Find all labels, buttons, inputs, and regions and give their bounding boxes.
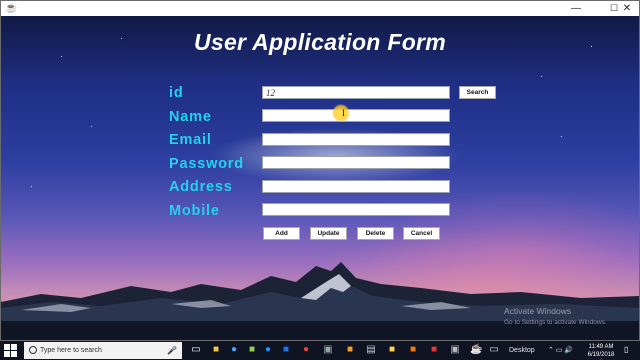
email-label: Email: [169, 132, 212, 148]
notification-icon[interactable]: ▯: [624, 345, 628, 354]
delete-button[interactable]: Delete: [357, 227, 394, 240]
title-bar[interactable]: ☕ — ☐ ✕: [1, 1, 639, 16]
taskbar: Type here to search 🎤 ▭ ■ ● ■ ● ■ ● ▣ ■ …: [0, 341, 640, 360]
system-tray-icons[interactable]: ⌃ ▭ 🔊: [548, 341, 573, 360]
edge-icon[interactable]: ●: [228, 344, 240, 356]
cmd-icon[interactable]: ▤: [365, 344, 377, 356]
chrome-icon[interactable]: ●: [300, 344, 312, 356]
id-input[interactable]: [262, 86, 450, 99]
app-red-icon[interactable]: ■: [428, 344, 440, 356]
cancel-button[interactable]: Cancel: [403, 227, 440, 240]
terminal-icon[interactable]: ▭: [488, 344, 500, 356]
app-icon[interactable]: ■: [280, 344, 292, 356]
close-icon[interactable]: ✕: [615, 1, 639, 16]
taskbar-search-box[interactable]: Type here to search 🎤: [24, 342, 182, 359]
form-panel: User Application Form id Search Name Ema…: [1, 16, 639, 340]
search-button[interactable]: Search: [459, 86, 496, 99]
mobile-label: Mobile: [169, 203, 220, 219]
folder-icon[interactable]: ■: [386, 344, 398, 356]
desktop-toolbar[interactable]: Desktop: [509, 341, 535, 360]
email-input[interactable]: [262, 133, 450, 146]
app-gray-icon[interactable]: ▣: [449, 344, 461, 356]
notes-icon[interactable]: ▣: [322, 344, 334, 356]
clock-time: 11:49 AM: [588, 344, 614, 350]
taskbar-search-placeholder: Type here to search: [40, 347, 102, 354]
mobile-input[interactable]: [262, 203, 450, 216]
media-icon[interactable]: ■: [246, 344, 258, 356]
java-app-icon[interactable]: ☕: [470, 344, 482, 356]
task-view-icon[interactable]: ▭: [190, 344, 202, 356]
minimize-icon[interactable]: —: [564, 1, 588, 16]
windows-start-icon[interactable]: [4, 344, 17, 357]
app-window: ☕ — ☐ ✕ User Application Form id Search …: [0, 0, 640, 341]
id-label: id: [169, 85, 184, 101]
search-icon: [29, 346, 37, 354]
mountain-background: [1, 262, 639, 340]
name-label: Name: [169, 109, 212, 125]
name-input[interactable]: [262, 109, 450, 122]
store-icon[interactable]: ●: [262, 344, 274, 356]
clock-date: 6/19/2018: [587, 352, 615, 358]
address-input[interactable]: [262, 180, 450, 193]
add-button[interactable]: Add: [263, 227, 300, 240]
file-explorer-icon[interactable]: ■: [210, 344, 222, 356]
activation-watermark: Activate Windows Go to Settings to activ…: [504, 306, 607, 328]
form-title: User Application Form: [193, 29, 447, 55]
watermark-subtitle: Go to Settings to activate Windows.: [504, 319, 607, 326]
password-input[interactable]: [262, 156, 450, 169]
microphone-icon[interactable]: 🎤: [167, 342, 177, 359]
address-label: Address: [169, 179, 233, 195]
java-icon[interactable]: ■: [344, 344, 356, 356]
app-orange-icon[interactable]: ■: [407, 344, 419, 356]
text-cursor-icon: I: [342, 108, 345, 118]
watermark-title: Activate Windows: [504, 306, 572, 316]
clock[interactable]: 11:49 AM 6/19/2018: [584, 343, 618, 359]
java-coffee-icon: ☕: [5, 3, 18, 14]
update-button[interactable]: Update: [310, 227, 347, 240]
mouse-cursor-highlight: [332, 104, 350, 122]
password-label: Password: [169, 156, 244, 172]
